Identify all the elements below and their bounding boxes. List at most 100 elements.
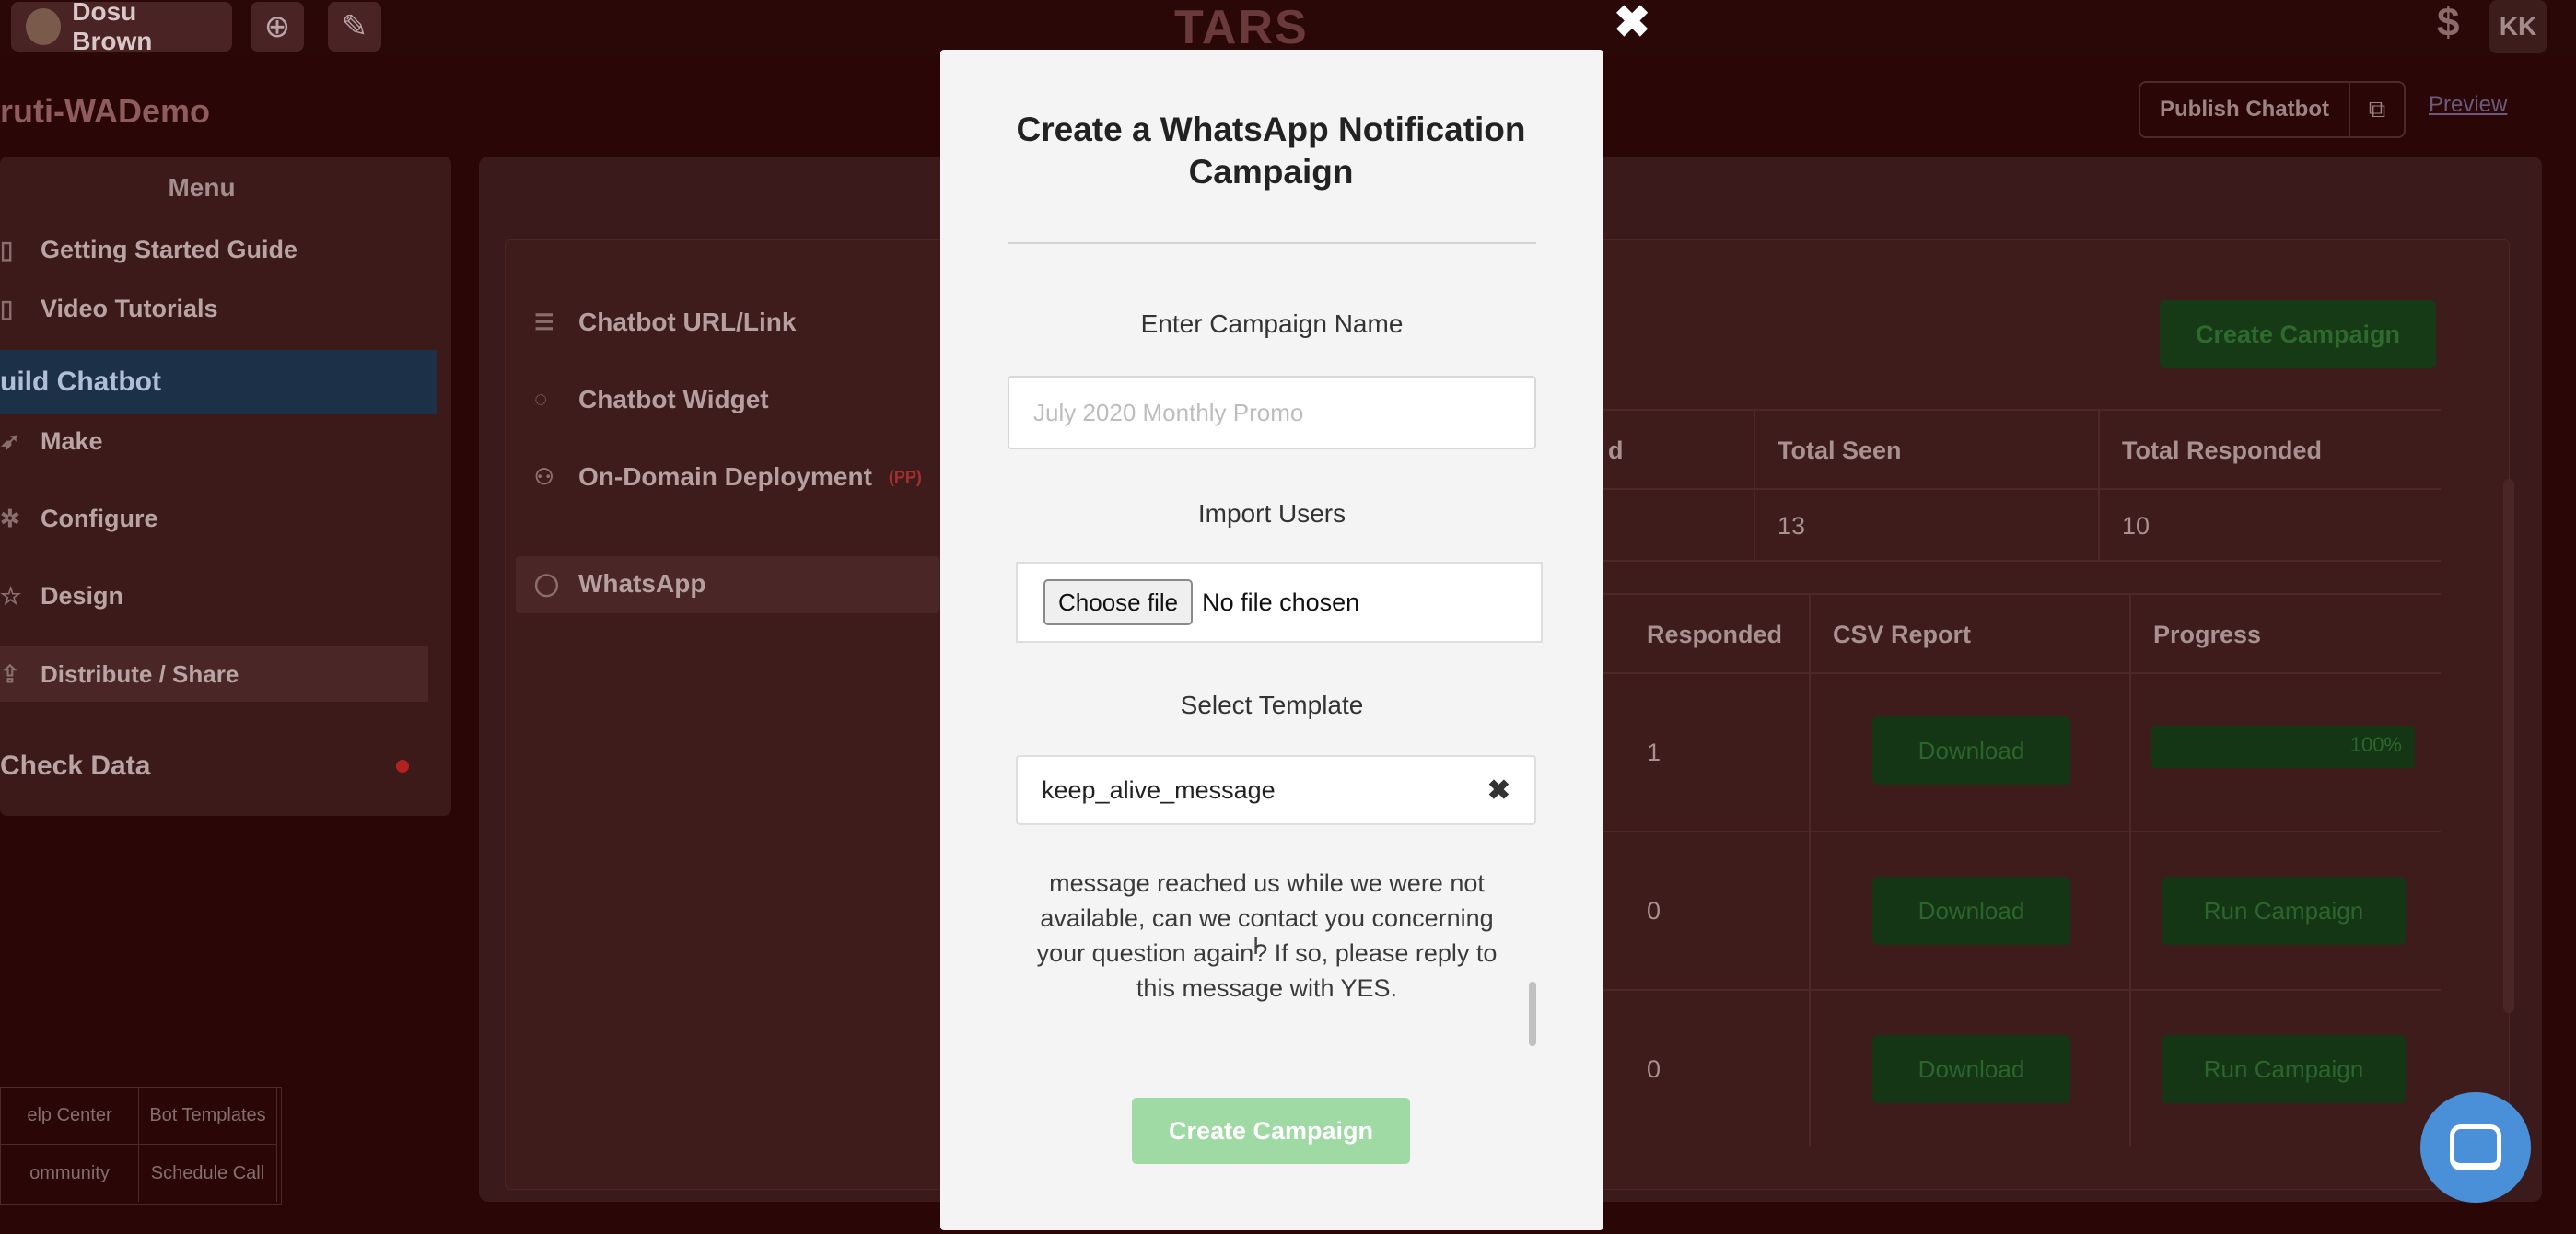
total-seen-value: 13 <box>1778 512 1806 540</box>
table-border <box>1603 831 2441 832</box>
sidebar-item-getting-started[interactable]: ▯ Getting Started Guide <box>0 236 297 264</box>
sidebar-item-design[interactable]: ☆ Design <box>0 582 123 611</box>
schedule-call-link[interactable]: Schedule Call <box>139 1145 277 1202</box>
video-icon: ▯ <box>0 295 14 322</box>
summary-header: Total Seen <box>1778 437 1902 464</box>
table-border <box>1603 672 2441 674</box>
subnav-label: Chatbot URL/Link <box>578 308 797 336</box>
campaign-name-input[interactable] <box>1008 376 1536 449</box>
menu-title: Menu <box>168 173 236 202</box>
table-header: Progress <box>2153 621 2262 648</box>
file-input[interactable]: Choose file No file chosen <box>1016 562 1543 643</box>
list-icon: ☰ <box>534 309 554 335</box>
star-icon: ☆ <box>0 582 22 610</box>
import-users-label: Import Users <box>1197 499 1346 528</box>
whatsapp-icon: ◯ <box>534 571 559 597</box>
subnav-chatbot-widget[interactable]: ◌ Chatbot Widget <box>534 385 769 414</box>
run-campaign-button[interactable]: Run Campaign <box>2162 1035 2406 1103</box>
subnav-on-domain[interactable]: ⚇ On-Domain Deployment (PP) <box>534 462 922 492</box>
modal-title: Create a WhatsApp Notification Campaign <box>1016 111 1526 191</box>
text-cursor-icon: I <box>1253 932 1260 960</box>
sidebar-item-configure[interactable]: ✲ Configure <box>0 505 158 533</box>
user-icon: ⚇ <box>534 464 554 490</box>
subnav-label: On-Domain Deployment <box>578 462 872 491</box>
table-border <box>2098 409 2100 560</box>
sidebar-item-check-data[interactable]: Check Data <box>0 751 150 782</box>
table-header: Responded <box>1647 621 1783 648</box>
sidebar-item-label: Design <box>41 582 124 610</box>
subnav-chatbot-url[interactable]: ☰ Chatbot URL/Link <box>534 308 796 337</box>
template-preview-text: please reply to this message with YES.Yo… <box>1036 869 1498 1002</box>
download-csv-button[interactable]: Download <box>1872 877 2070 945</box>
sidebar-item-video-tutorials[interactable]: ▯ Video Tutorials <box>0 295 218 323</box>
summary-header: Total Responded <box>2122 437 2323 464</box>
clear-icon[interactable]: ✖ <box>1487 774 1510 807</box>
subnav-label: WhatsApp <box>578 569 706 598</box>
table-border <box>1603 409 2441 411</box>
table-border <box>1809 593 1811 1146</box>
user-menu[interactable]: Dosu Brown <box>11 0 232 55</box>
create-campaign-submit-button[interactable]: Create Campaign <box>1132 1098 1410 1164</box>
template-select[interactable]: keep_alive_message ✖ <box>1016 755 1536 825</box>
sidebar-item-build-chatbot[interactable]: uild Chatbot <box>0 350 437 414</box>
doc-icon: ▯ <box>0 236 14 263</box>
run-campaign-button[interactable]: Run Campaign <box>2162 877 2406 945</box>
sidebar-item-label: Video Tutorials <box>41 295 218 322</box>
subnav-whatsapp[interactable]: ◯ WhatsApp <box>534 569 705 599</box>
sidebar-item-label: Distribute / Share <box>41 659 239 688</box>
sidebar-footer: elp Center Bot Templates ommunity Schedu… <box>0 1087 282 1205</box>
plus-circle-icon[interactable]: ⊕ <box>251 2 304 52</box>
account-avatar[interactable]: KK <box>2489 0 2547 53</box>
progress-bar: 100% <box>2151 726 2415 768</box>
table-border <box>2129 593 2131 1146</box>
community-link[interactable]: ommunity <box>1 1145 139 1202</box>
external-link-icon[interactable]: ⧉ <box>2349 83 2404 136</box>
preview-link[interactable]: Preview <box>2429 92 2507 118</box>
download-csv-button[interactable]: Download <box>1872 1035 2070 1103</box>
divider <box>1008 242 1536 244</box>
table-border <box>1754 409 1755 560</box>
chat-bubble-icon: ◌ <box>534 387 548 412</box>
template-selected-value: keep_alive_message <box>1042 775 1276 804</box>
sidebar-item-make[interactable]: ➶ Make <box>0 427 103 456</box>
sidebar-item-label: Configure <box>41 505 158 532</box>
pp-badge: (PP) <box>888 467 922 486</box>
brand-logo: TARS <box>1174 1 1309 54</box>
table-border <box>1603 593 2441 595</box>
responded-cell: 1 <box>1647 739 1661 766</box>
table-border <box>1603 989 2441 991</box>
publish-chatbot-button[interactable]: Publish Chatbot ⧉ <box>2139 81 2406 138</box>
table-header: CSV Report <box>1833 621 1972 648</box>
select-template-label: Select Template <box>1180 691 1364 719</box>
avatar <box>26 8 62 45</box>
user-name: Dosu Brown <box>72 0 153 55</box>
table-border <box>1603 488 2441 490</box>
chat-support-button[interactable] <box>2420 1092 2531 1203</box>
publish-label: Publish Chatbot <box>2160 97 2329 122</box>
choose-file-button[interactable]: Choose file <box>1043 579 1194 625</box>
notification-dot <box>396 760 409 773</box>
subnav-label: Chatbot Widget <box>578 385 769 413</box>
total-responded-value: 10 <box>2122 512 2151 540</box>
progress-label: 100% <box>2349 733 2402 756</box>
download-csv-button[interactable]: Download <box>1872 716 2070 785</box>
campaign-name-label: Enter Campaign Name <box>1140 309 1404 338</box>
create-campaign-button[interactable]: Create Campaign <box>2160 300 2436 368</box>
responded-cell: 0 <box>1647 1055 1661 1083</box>
bot-title: ruti-WADemo <box>0 92 210 130</box>
sidebar-item-label: Getting Started Guide <box>41 236 298 263</box>
responded-cell: 0 <box>1647 897 1661 925</box>
magic-wand-icon[interactable]: ✎ <box>328 2 381 52</box>
close-icon[interactable]: ✖ <box>1614 0 1650 48</box>
bot-templates-link[interactable]: Bot Templates <box>139 1088 277 1145</box>
chat-icon <box>2450 1124 2501 1170</box>
billing-icon[interactable]: $ <box>2437 0 2459 46</box>
help-center-link[interactable]: elp Center <box>1 1088 139 1145</box>
template-preview[interactable]: please reply to this message with YES.Yo… <box>1016 862 1532 1046</box>
summary-header: d <box>1608 437 1624 464</box>
share-icon: ⇪ <box>0 659 20 688</box>
sidebar-item-distribute[interactable]: ⇪ Distribute / Share <box>0 646 428 702</box>
page-scrollbar[interactable] <box>2503 479 2514 1013</box>
preview-scrollbar[interactable] <box>1529 982 1536 1046</box>
file-status: No file chosen <box>1202 588 1360 616</box>
